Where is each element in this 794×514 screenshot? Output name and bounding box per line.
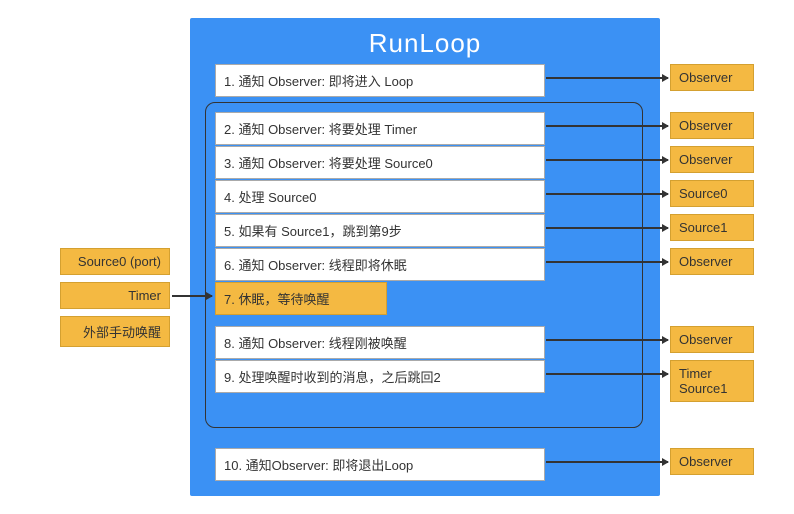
right-observer-6: Observer [670,248,754,275]
arrow-4r [546,193,668,195]
right-observer-1: Observer [670,64,754,91]
arrow-timer-in [172,295,212,297]
step-8: 8. 通知 Observer: 线程刚被唤醒 [215,326,545,359]
arrow-9r [546,373,668,375]
right-observer-3: Observer [670,146,754,173]
arrow-5r [546,227,668,229]
left-source0: Source0 (port) [60,248,170,275]
arrow-2r [546,125,668,127]
step-2: 2. 通知 Observer: 将要处理 Timer [215,112,545,145]
arrow-8r [546,339,668,341]
arrow-3r [546,159,668,161]
step-7: 7. 休眠，等待唤醒 [215,282,387,315]
arrow-1r [546,77,668,79]
left-wake: 外部手动唤醒 [60,316,170,347]
right-timer-src: Timer Source1 [670,360,754,402]
step-10: 10. 通知Observer: 即将退出Loop [215,448,545,481]
runloop-title: RunLoop [190,18,660,67]
right-source1: Source1 [670,214,754,241]
step-4: 4. 处理 Source0 [215,180,545,213]
step-3: 3. 通知 Observer: 将要处理 Source0 [215,146,545,179]
step-5: 5. 如果有 Source1，跳到第9步 [215,214,545,247]
right-source0: Source0 [670,180,754,207]
arrow-10r [546,461,668,463]
step-1: 1. 通知 Observer: 即将进入 Loop [215,64,545,97]
step-6: 6. 通知 Observer: 线程即将休眠 [215,248,545,281]
right-observer-8: Observer [670,326,754,353]
right-observer-10: Observer [670,448,754,475]
left-timer: Timer [60,282,170,309]
step-9: 9. 处理唤醒时收到的消息，之后跳回2 [215,360,545,393]
right-observer-2: Observer [670,112,754,139]
arrow-6r [546,261,668,263]
